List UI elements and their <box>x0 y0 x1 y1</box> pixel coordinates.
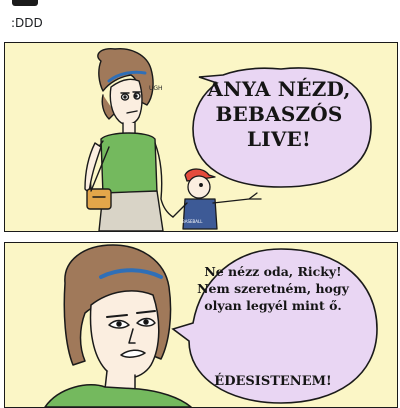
comic-panel-2: Ne nézz oda, Ricky! Nem szeretném, hogy … <box>4 242 398 408</box>
exclamation-text: ÉDESISTENEM! <box>214 374 332 389</box>
post-caption: :DDD <box>11 16 43 30</box>
speech-bubble-1-text: ANYA NÉZD, BEBASZÓS LIVE! <box>207 77 351 151</box>
comic-panel-1: UGH BASEBALL ANYA NÉZD, BEBASZÓS LIVE! <box>4 42 398 232</box>
mother-closeup <box>44 244 192 407</box>
comic-image[interactable]: UGH BASEBALL ANYA NÉZD, BEBASZÓS LIVE! N… <box>0 42 400 408</box>
shirt-text: BASEBALL <box>182 219 203 224</box>
sound-effect-text: UGH <box>149 85 163 92</box>
mother-figure <box>84 47 174 231</box>
post-header: :DDD <box>0 0 400 42</box>
avatar[interactable] <box>12 0 38 6</box>
speech-bubble-2-text: Ne nézz oda, Ricky! Nem szeretném, hogy … <box>197 264 349 313</box>
